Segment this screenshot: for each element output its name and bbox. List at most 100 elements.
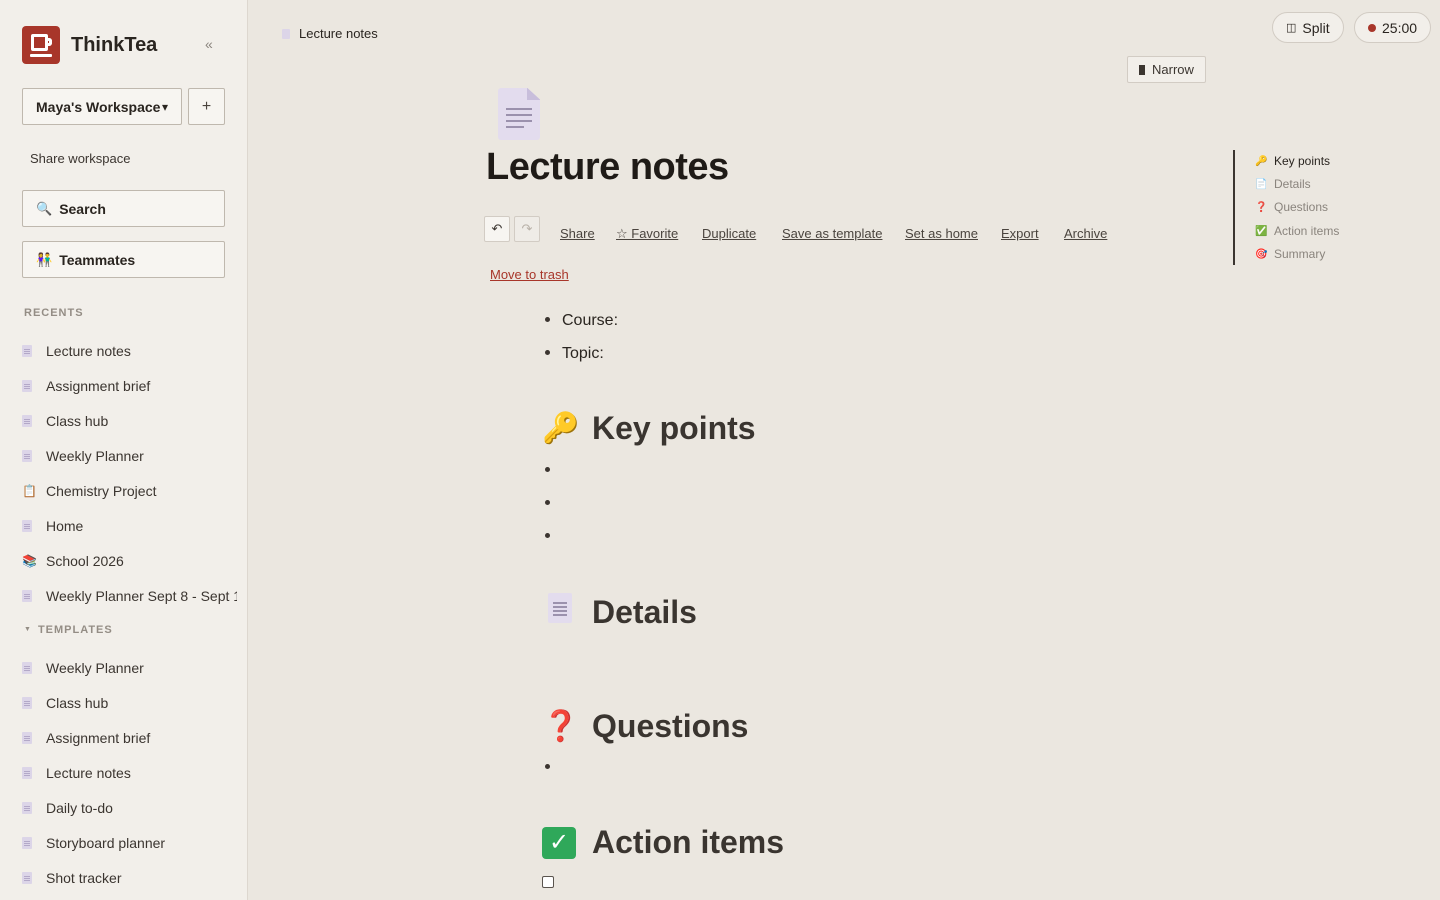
table-of-contents: 🔑 Key points 📄 Details ❓ Questions ✅ Action … bbox=[1233, 150, 1383, 265]
save-as-template-link[interactable]: Save as template bbox=[782, 226, 882, 241]
undo-button[interactable]: ↶ bbox=[484, 216, 510, 242]
template-item-label: Class hub bbox=[46, 694, 109, 711]
template-item[interactable]: Storyboard planner bbox=[22, 825, 237, 860]
clipboard-icon: 📋 bbox=[22, 483, 37, 498]
breadcrumb-label: Lecture notes bbox=[299, 26, 378, 41]
empty-bullet[interactable] bbox=[545, 533, 550, 538]
template-item[interactable]: Assignment brief bbox=[22, 720, 237, 755]
templates-title-label: TEMPLATES bbox=[37, 624, 113, 636]
document-icon bbox=[22, 801, 32, 814]
page-title[interactable]: Lecture notes bbox=[486, 146, 729, 189]
template-item-label: Assignment brief bbox=[46, 729, 151, 746]
recent-item[interactable]: Weekly Planner Sept 8 - Sept 14 bbox=[22, 578, 237, 613]
recent-item-label: Class hub bbox=[46, 412, 109, 429]
set-as-home-link[interactable]: Set as home bbox=[905, 226, 978, 241]
add-workspace-button[interactable]: + bbox=[188, 88, 225, 125]
bullet-course[interactable]: Course: bbox=[545, 312, 618, 330]
recent-item[interactable]: Class hub bbox=[22, 403, 237, 438]
notepad-icon bbox=[542, 593, 578, 631]
template-item[interactable]: Lecture notes bbox=[22, 755, 237, 790]
template-item-label: Daily to-do bbox=[46, 799, 113, 816]
toc-label: Key points bbox=[1274, 154, 1331, 168]
collapse-sidebar-icon[interactable]: « bbox=[205, 36, 213, 52]
empty-bullet[interactable] bbox=[545, 764, 550, 769]
key-icon: 🔑 bbox=[542, 412, 580, 445]
brand[interactable]: ThinkTea bbox=[22, 26, 157, 64]
template-item-label: Shot tracker bbox=[46, 869, 122, 886]
template-item-label: Lecture notes bbox=[46, 764, 131, 781]
search-icon: 🔍 bbox=[36, 200, 53, 216]
share-link[interactable]: Share bbox=[560, 226, 595, 241]
split-view-button[interactable]: ◫ Split bbox=[1272, 12, 1344, 43]
heading-text: Action items bbox=[592, 824, 785, 860]
document-icon bbox=[22, 519, 32, 532]
recent-item[interactable]: Lecture notes bbox=[22, 333, 237, 368]
todo-checkbox[interactable] bbox=[542, 876, 554, 888]
recent-item[interactable]: 📚 School 2026 bbox=[22, 543, 237, 578]
caret-down-icon: ▼ bbox=[24, 626, 32, 633]
recent-item[interactable]: Assignment brief bbox=[22, 368, 237, 403]
bullet-dot bbox=[545, 317, 550, 322]
split-icon: ◫ bbox=[1286, 22, 1297, 34]
narrow-icon bbox=[1139, 64, 1145, 75]
redo-button[interactable]: ↷ bbox=[514, 216, 540, 242]
toc-item-summary[interactable]: 🎯 Summary bbox=[1255, 247, 1325, 261]
document-icon bbox=[22, 344, 32, 357]
template-item[interactable]: Daily to-do bbox=[22, 790, 237, 825]
recent-item-label: Weekly Planner Sept 8 - Sept 14 bbox=[46, 587, 237, 604]
template-item-label: Weekly Planner bbox=[46, 659, 144, 676]
focus-timer-button[interactable]: 25:00 bbox=[1354, 12, 1432, 43]
chevron-down-icon: ▾ bbox=[161, 99, 168, 114]
export-link[interactable]: Export bbox=[1001, 226, 1039, 241]
split-label: Split bbox=[1302, 19, 1330, 36]
heading-details[interactable]: Details bbox=[542, 593, 697, 631]
recent-item-label: Chemistry Project bbox=[46, 482, 157, 499]
move-to-trash-link[interactable]: Move to trash bbox=[490, 267, 569, 282]
document-icon bbox=[282, 28, 290, 39]
thinktea-logo-icon bbox=[22, 26, 60, 64]
heading-key-points[interactable]: 🔑 Key points bbox=[542, 410, 756, 447]
question-mark-icon: ❓ bbox=[1255, 201, 1268, 213]
document-icon bbox=[22, 589, 32, 602]
app-name: ThinkTea bbox=[71, 33, 158, 56]
templates-list: Weekly Planner Class hub Assignment brie… bbox=[22, 650, 237, 895]
recent-item-label: School 2026 bbox=[46, 552, 124, 569]
bullet-topic[interactable]: Topic: bbox=[545, 345, 604, 363]
toc-item-details[interactable]: 📄 Details bbox=[1255, 177, 1311, 191]
narrow-width-button[interactable]: Narrow bbox=[1127, 56, 1206, 83]
template-item[interactable]: Class hub bbox=[22, 685, 237, 720]
archive-link[interactable]: Archive bbox=[1064, 226, 1107, 241]
heading-action-items[interactable]: ✓ Action items bbox=[542, 824, 784, 861]
recents-title: RECENTS bbox=[24, 307, 84, 319]
share-workspace-link[interactable]: Share workspace bbox=[30, 151, 130, 166]
teammates-button[interactable]: 👫 Teammates bbox=[22, 241, 225, 278]
recents-list: Lecture notes Assignment brief Class hub… bbox=[22, 333, 237, 613]
recent-item[interactable]: Home bbox=[22, 508, 237, 543]
heading-text: Questions bbox=[592, 708, 749, 744]
document-icon bbox=[22, 836, 32, 849]
breadcrumb[interactable]: Lecture notes bbox=[282, 26, 378, 41]
workspace-select[interactable]: Maya's Workspace ▾ bbox=[22, 88, 182, 125]
template-item[interactable]: Weekly Planner bbox=[22, 650, 237, 685]
narrow-label: Narrow bbox=[1152, 62, 1194, 77]
template-item[interactable]: Shot tracker bbox=[22, 860, 237, 895]
heading-text: Key points bbox=[592, 410, 756, 446]
workspace-name: Maya's Workspace bbox=[36, 98, 161, 115]
people-icon: 👫 bbox=[36, 251, 53, 267]
empty-bullet[interactable] bbox=[545, 500, 550, 505]
favorite-link[interactable]: ☆ Favorite bbox=[616, 226, 678, 242]
heading-questions[interactable]: ❓ Questions bbox=[542, 708, 748, 745]
recent-item[interactable]: 📋 Chemistry Project bbox=[22, 473, 237, 508]
toc-item-action-items[interactable]: ✅ Action items bbox=[1255, 224, 1339, 238]
toc-item-key-points[interactable]: 🔑 Key points bbox=[1255, 154, 1330, 168]
toc-item-questions[interactable]: ❓ Questions bbox=[1255, 200, 1328, 214]
duplicate-link[interactable]: Duplicate bbox=[702, 226, 756, 241]
check-box-icon: ✓ bbox=[542, 826, 578, 859]
timer-dot-icon bbox=[1368, 23, 1376, 32]
recent-item[interactable]: Weekly Planner bbox=[22, 438, 237, 473]
templates-title[interactable]: ▼ TEMPLATES bbox=[24, 624, 113, 636]
empty-bullet[interactable] bbox=[545, 467, 550, 472]
page-document-icon[interactable] bbox=[498, 88, 540, 140]
notepad-icon: 📄 bbox=[1255, 178, 1268, 190]
search-button[interactable]: 🔍 Search bbox=[22, 190, 225, 227]
